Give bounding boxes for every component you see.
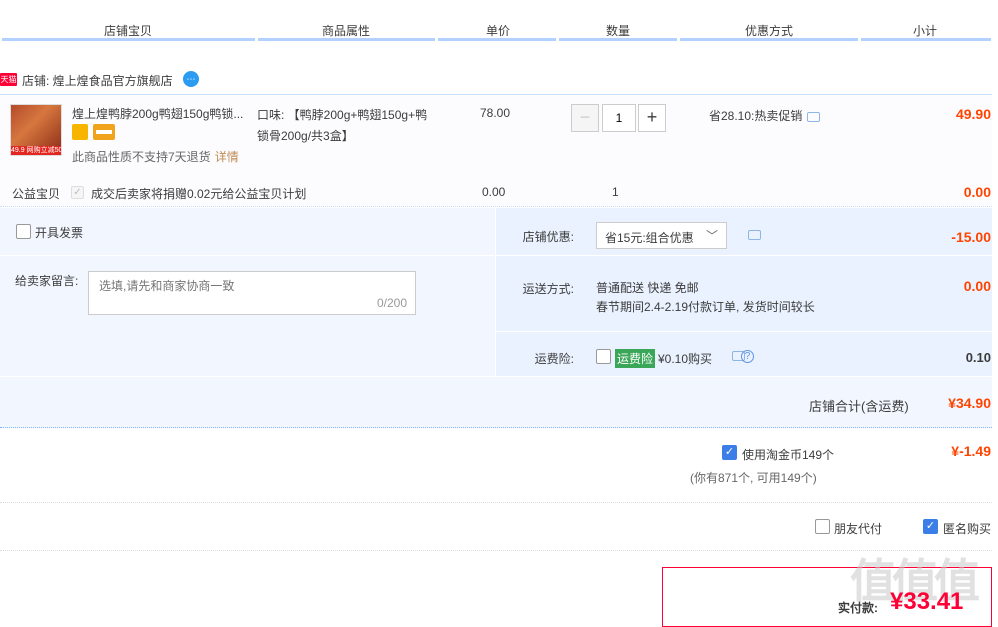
insurance-price: ¥0.10购买 — [658, 352, 713, 366]
header-underline — [861, 38, 991, 41]
header-underline — [2, 38, 255, 41]
col-quantity: 数量 — [606, 24, 631, 38]
shop-total-value: ¥34.90 — [948, 395, 991, 411]
qty-minus-button[interactable]: − — [571, 104, 599, 132]
divider — [496, 331, 992, 332]
divider — [0, 376, 992, 377]
table-header: 店铺宝贝 商品属性 单价 数量 优惠方式 小计 — [0, 0, 998, 41]
message-char-count: 0/200 — [376, 296, 407, 310]
shop-name[interactable]: 店铺: 煌上煌食品官方旗舰店 — [22, 72, 173, 89]
coins-available: (你有871个, 可用149个) — [690, 471, 817, 485]
message-label: 给卖家留言: — [15, 274, 79, 288]
details-link[interactable]: 详情 — [215, 150, 239, 164]
product-attributes: 口味: 【鸭脖200g+鸭翅150g+鸭锁骨200g/共3盒】 — [257, 108, 428, 143]
guarantee-badge-icon[interactable] — [72, 124, 88, 140]
insurance-checkbox[interactable] — [596, 349, 611, 364]
shipping-label: 运送方式: — [522, 282, 574, 296]
charity-subtotal: 0.00 — [963, 184, 991, 200]
coins-checkbox[interactable]: ✓ — [722, 445, 737, 460]
charity-qty: 1 — [612, 185, 619, 199]
chevron-down-icon: ﹀ — [705, 229, 718, 243]
divider — [0, 502, 992, 503]
promo-comment-icon[interactable] — [807, 111, 821, 122]
coins-value: ¥-1.49 — [951, 443, 991, 459]
coupon-label: 店铺优惠: — [522, 230, 574, 244]
friend-pay-checkbox[interactable] — [815, 519, 830, 534]
tmall-badge-icon: 天猫 — [0, 73, 17, 86]
shipping-notice: 春节期间2.4-2.19付款订单, 发货时间较长 — [596, 300, 815, 314]
pay-label: 实付款: — [838, 601, 878, 615]
shipping-method: 普通配送 快递 免邮 — [596, 281, 699, 295]
no-return-notice: 此商品性质不支持7天退货 详情 — [72, 148, 239, 165]
anonymous-label[interactable]: 匿名购买 — [943, 520, 991, 537]
insurance-value: 0.10 — [965, 350, 991, 365]
coupon-selected-text: 省15元:组合优惠 — [605, 231, 694, 245]
coupon-select[interactable]: 省15元:组合优惠 ﹀ — [596, 222, 727, 249]
col-attributes: 商品属性 — [322, 24, 371, 38]
pay-value: ¥33.41 — [890, 588, 964, 615]
thumbnail-price-tag: 49.9 网购立减50元 — [11, 146, 62, 155]
qty-plus-button[interactable]: + — [638, 104, 666, 132]
col-shop-item: 店铺宝贝 — [104, 24, 153, 38]
credit-card-badge-icon[interactable] — [93, 124, 115, 140]
item-subtotal: 49.90 — [955, 106, 991, 122]
charity-price: 0.00 — [482, 185, 506, 199]
coins-label[interactable]: 使用淘金币149个 — [742, 446, 834, 463]
promo-info: 省28.10:热卖促销 — [709, 107, 821, 124]
invoice-label[interactable]: 开具发票 — [35, 224, 83, 241]
shop-total-label: 店铺合计(含运费) — [809, 399, 909, 414]
header-underline — [438, 38, 556, 41]
shipping-info: 普通配送 快递 免邮 春节期间2.4-2.19付款订单, 发货时间较长 — [596, 279, 815, 317]
header-underline — [680, 38, 858, 41]
anonymous-checkbox[interactable]: ✓ — [923, 519, 938, 534]
insurance-tag: 运费险 — [615, 349, 656, 368]
wangwang-chat-icon[interactable]: ⋯ — [183, 71, 199, 87]
coupon-value: -15.00 — [951, 229, 991, 245]
header-underline — [559, 38, 677, 41]
promo-text: 省28.10:热卖促销 — [709, 109, 803, 123]
unit-price: 78.00 — [480, 106, 511, 120]
col-price: 单价 — [486, 24, 511, 38]
divider — [0, 255, 494, 256]
message-box: 0/200 — [88, 271, 416, 315]
charity-text: 成交后卖家将捐赠0.02元给公益宝贝计划 — [91, 187, 307, 201]
friend-pay-label[interactable]: 朋友代付 — [834, 520, 882, 537]
product-thumbnail[interactable]: 49.9 网购立减50元 — [10, 104, 62, 156]
col-subtotal: 小计 — [913, 24, 938, 38]
charity-label: 公益宝贝 — [12, 187, 61, 201]
charity-checkbox: ✓ — [71, 186, 84, 199]
header-underline — [258, 38, 435, 41]
help-icon[interactable]: ? — [741, 350, 754, 363]
insurance-label: 运费险: — [534, 352, 574, 366]
divider — [0, 550, 992, 551]
invoice-checkbox[interactable] — [16, 224, 31, 239]
shipping-value: 0.00 — [963, 278, 991, 294]
qty-input[interactable] — [602, 104, 636, 132]
coupon-comment-icon[interactable] — [748, 230, 761, 240]
message-input[interactable] — [99, 277, 409, 297]
product-title[interactable]: 煌上煌鸭脖200g鸭翅150g鸭锁... — [72, 105, 243, 122]
col-discount: 优惠方式 — [745, 24, 794, 38]
no-return-text: 此商品性质不支持7天退货 — [72, 150, 211, 164]
divider — [496, 255, 992, 256]
